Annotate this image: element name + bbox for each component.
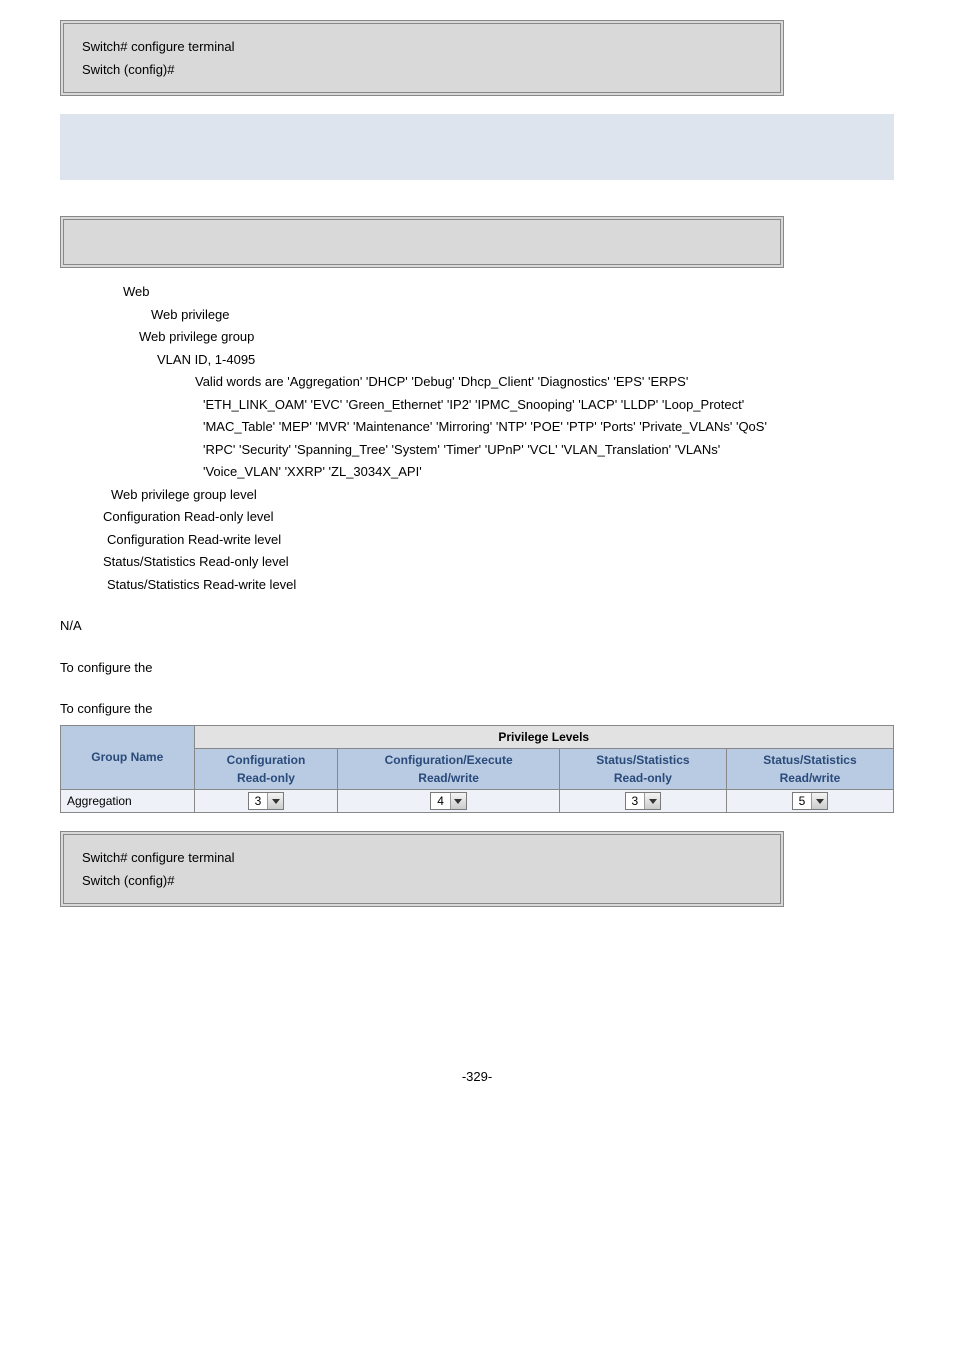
level-dropdown[interactable]: 3 [248,792,285,810]
chevron-down-icon [811,793,827,809]
code-line: Switch (config)# [82,871,762,891]
header-text: Read-only [201,769,332,787]
na-label: N/A [60,616,894,636]
empty-code-box [60,216,784,268]
level-dropdown[interactable]: 3 [625,792,662,810]
level-dropdown[interactable]: 5 [792,792,829,810]
dropdown-value: 3 [249,793,268,809]
dropdown-value: 4 [431,793,450,809]
param-web-priv-group: Web privilege group [139,327,894,347]
parameters-block: Web Web privilege Web privilege group VL… [95,282,894,594]
chevron-down-icon [644,793,660,809]
param-web-privilege: Web privilege [151,305,894,325]
param-valid-words: 'Voice_VLAN' 'XXRP' 'ZL_3034X_API' [203,462,894,482]
cell-status-rw: 5 [726,789,893,813]
configure-label-2: To configure the [60,699,894,719]
privilege-levels-table: Group Name Privilege Levels Configuratio… [60,725,894,814]
param-valid-words: 'MAC_Table' 'MEP' 'MVR' 'Maintenance' 'M… [203,417,894,437]
param-valid-words: Valid words are 'Aggregation' 'DHCP' 'De… [195,372,894,392]
dropdown-value: 5 [793,793,812,809]
cell-config-ro: 3 [194,789,338,813]
row-name-cell: Aggregation [61,789,195,813]
header-text: Configuration/Execute [344,751,552,769]
col-status-rw: Status/Statistics Read/write [726,748,893,789]
col-privilege-title: Privilege Levels [194,725,894,748]
dropdown-value: 3 [626,793,645,809]
col-config-ro: Configuration Read-only [194,748,338,789]
code-box-bottom: Switch# configure terminal Switch (confi… [60,831,784,907]
code-line: Switch# configure terminal [82,37,762,57]
header-text: Read/write [733,769,887,787]
param-valid-words: 'ETH_LINK_OAM' 'EVC' 'Green_Ethernet' 'I… [203,395,894,415]
chevron-down-icon [450,793,466,809]
param-stat-ro: Status/Statistics Read-only level [103,552,894,572]
blue-band [60,114,894,180]
header-text: Status/Statistics [566,751,720,769]
code-box-top: Switch# configure terminal Switch (confi… [60,20,784,96]
configure-label-1: To configure the [60,658,894,678]
cell-status-ro: 3 [559,789,726,813]
param-group-level: Web privilege group level [111,485,894,505]
page-number: -329- [60,1067,894,1087]
col-group-name: Group Name [61,725,195,789]
param-cfg-ro: Configuration Read-only level [103,507,894,527]
param-cfg-rw: Configuration Read-write level [107,530,894,550]
col-config-rw: Configuration/Execute Read/write [338,748,559,789]
chevron-down-icon [267,793,283,809]
level-dropdown[interactable]: 4 [430,792,467,810]
cell-config-rw: 4 [338,789,559,813]
param-valid-words: 'RPC' 'Security' 'Spanning_Tree' 'System… [203,440,894,460]
header-text: Read-only [566,769,720,787]
param-web: Web [123,282,894,302]
param-stat-rw: Status/Statistics Read-write level [107,575,894,595]
code-line: Switch# configure terminal [82,848,762,868]
param-vlan: VLAN ID, 1-4095 [157,350,894,370]
header-text: Status/Statistics [733,751,887,769]
code-line: Switch (config)# [82,60,762,80]
header-text: Read/write [344,769,552,787]
header-text: Configuration [201,751,332,769]
col-status-ro: Status/Statistics Read-only [559,748,726,789]
